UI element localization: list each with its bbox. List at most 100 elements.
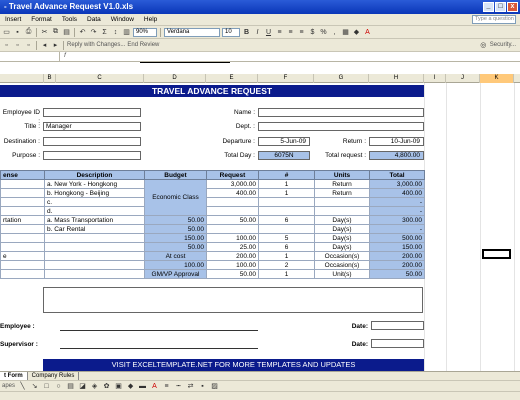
picture-icon[interactable]: ▣ xyxy=(114,382,123,391)
number-cell[interactable] xyxy=(258,224,315,234)
menu-insert[interactable]: Insert xyxy=(0,16,26,23)
expense-cell[interactable] xyxy=(0,224,45,234)
departure-field[interactable]: 5-Jun-09 xyxy=(258,137,310,146)
column-header-b[interactable]: B xyxy=(44,74,56,83)
units-cell[interactable]: Return xyxy=(314,179,370,189)
supervisor-signature-line[interactable] xyxy=(60,348,258,349)
font-select[interactable]: Verdana xyxy=(164,27,220,37)
security-button[interactable]: Security... xyxy=(490,42,516,48)
request-cell[interactable]: 400.00 xyxy=(206,188,259,198)
maximize-button[interactable]: □ xyxy=(495,2,506,12)
fill-icon[interactable]: ◆ xyxy=(126,382,135,391)
request-cell[interactable]: 25.00 xyxy=(206,242,259,252)
review-icon[interactable]: ▫ xyxy=(2,41,11,50)
column-header-d[interactable]: D xyxy=(144,74,206,83)
column-header-h[interactable]: H xyxy=(369,74,424,83)
bold-icon[interactable]: B xyxy=(242,28,251,37)
dept-field[interactable] xyxy=(258,122,424,131)
3d-icon[interactable]: ▨ xyxy=(210,382,219,391)
italic-icon[interactable]: I xyxy=(253,28,262,37)
autoshapes-menu[interactable]: apes xyxy=(2,383,15,389)
expense-cell[interactable] xyxy=(0,242,45,252)
save-icon[interactable]: ▪ xyxy=(13,28,22,37)
name-box[interactable] xyxy=(0,52,60,61)
description-cell[interactable] xyxy=(44,269,145,279)
number-cell[interactable]: 2 xyxy=(258,260,315,270)
align-center-icon[interactable]: ≡ xyxy=(286,28,295,37)
notes-box[interactable] xyxy=(43,287,423,313)
request-cell[interactable]: 100.00 xyxy=(206,260,259,270)
name-field[interactable] xyxy=(258,108,424,117)
menu-tools[interactable]: Tools xyxy=(57,16,82,23)
expense-cell[interactable] xyxy=(0,233,45,243)
units-cell[interactable]: Day(s) xyxy=(314,233,370,243)
expense-cell[interactable] xyxy=(0,179,45,189)
description-cell[interactable] xyxy=(44,260,145,270)
align-left-icon[interactable]: ≡ xyxy=(275,28,284,37)
line-color-icon[interactable]: ▬ xyxy=(138,382,147,391)
menu-help[interactable]: Help xyxy=(139,16,162,23)
copy-icon[interactable]: ⧉ xyxy=(51,28,60,37)
next-icon[interactable]: ▸ xyxy=(51,41,60,50)
employee-signature-line[interactable] xyxy=(60,330,258,331)
number-cell[interactable]: 1 xyxy=(258,188,315,198)
arrow-style-icon[interactable]: ⇄ xyxy=(186,382,195,391)
wordart-icon[interactable]: ◪ xyxy=(78,382,87,391)
fill-color-icon[interactable]: ◆ xyxy=(352,28,361,37)
title-field[interactable]: Manager xyxy=(43,122,141,131)
request-cell[interactable] xyxy=(206,224,259,234)
borders-icon[interactable]: ▦ xyxy=(341,28,350,37)
column-header-i[interactable]: I xyxy=(424,74,446,83)
expense-cell[interactable] xyxy=(0,188,45,198)
comma-icon[interactable]: , xyxy=(330,28,339,37)
column-header-f[interactable]: F xyxy=(258,74,314,83)
supervisor-date-field[interactable] xyxy=(371,339,424,348)
function-icon[interactable]: f xyxy=(60,52,70,61)
units-cell[interactable]: Unit(s) xyxy=(314,269,370,279)
minimize-button[interactable]: _ xyxy=(483,2,494,12)
units-cell[interactable]: Day(s) xyxy=(314,224,370,234)
description-cell[interactable] xyxy=(44,251,145,261)
column-header-a[interactable] xyxy=(0,74,44,83)
description-cell[interactable]: c. xyxy=(44,197,145,207)
font-size-select[interactable]: 10 xyxy=(222,27,240,37)
align-right-icon[interactable]: ≡ xyxy=(297,28,306,37)
number-cell[interactable]: 1 xyxy=(258,269,315,279)
zoom-select[interactable]: 90% xyxy=(133,27,157,37)
units-cell[interactable]: Occasion(s) xyxy=(314,251,370,261)
active-cell-selection[interactable] xyxy=(482,249,511,259)
expense-cell[interactable] xyxy=(0,197,45,207)
return-field[interactable]: 10-Jun-09 xyxy=(369,137,424,146)
expense-cell[interactable] xyxy=(0,260,45,270)
column-header-j[interactable]: J xyxy=(446,74,480,83)
expense-cell[interactable]: e xyxy=(0,251,45,261)
description-cell[interactable]: a. New York - Hongkong xyxy=(44,179,145,189)
expense-cell[interactable]: rtation xyxy=(0,215,45,225)
track-icon[interactable]: ▫ xyxy=(24,41,33,50)
purpose-field[interactable] xyxy=(43,151,141,160)
description-cell[interactable]: a. Mass Transportation xyxy=(44,215,145,225)
units-cell[interactable]: Occasion(s) xyxy=(314,260,370,270)
help-search-input[interactable]: Type a question xyxy=(472,15,516,24)
number-cell[interactable]: 5 xyxy=(258,233,315,243)
number-cell[interactable]: 6 xyxy=(258,215,315,225)
units-cell[interactable]: Return xyxy=(314,188,370,198)
units-cell[interactable]: Day(s) xyxy=(314,242,370,252)
employee-id-field[interactable] xyxy=(43,108,141,117)
description-cell[interactable]: b. Hongkong - Beijing xyxy=(44,188,145,198)
units-cell[interactable] xyxy=(314,197,370,207)
request-cell[interactable] xyxy=(206,206,259,216)
text-color-icon[interactable]: A xyxy=(150,382,159,391)
column-header-c[interactable]: C xyxy=(56,74,144,83)
comment-icon[interactable]: ▫ xyxy=(13,41,22,50)
description-cell[interactable] xyxy=(44,242,145,252)
currency-icon[interactable]: $ xyxy=(308,28,317,37)
reply-with-changes-button[interactable]: Reply with Changes... xyxy=(67,42,125,48)
number-cell[interactable]: 6 xyxy=(258,242,315,252)
line-style-icon[interactable]: ≡ xyxy=(162,382,171,391)
underline-icon[interactable]: U xyxy=(264,28,273,37)
description-cell[interactable]: d. xyxy=(44,206,145,216)
font-color-icon[interactable]: A xyxy=(363,28,372,37)
request-cell[interactable]: 100.00 xyxy=(206,233,259,243)
cut-icon[interactable]: ✂ xyxy=(40,28,49,37)
